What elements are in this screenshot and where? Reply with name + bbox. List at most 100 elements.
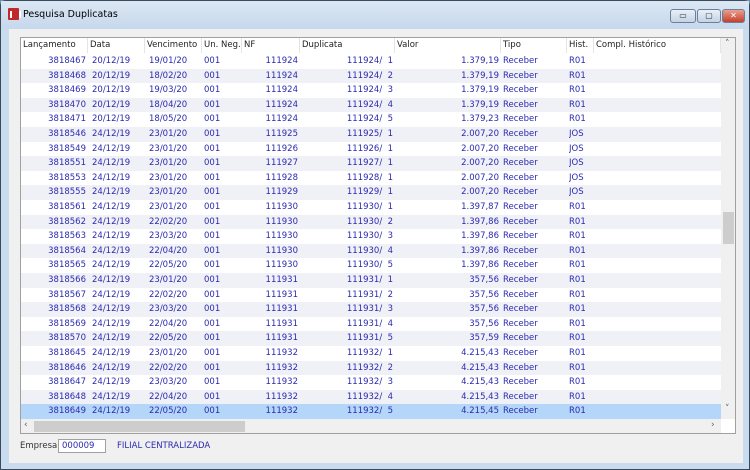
cell-vencimento: 23/01/20 bbox=[149, 275, 188, 285]
cell-duplicata: 111928/ 1 bbox=[346, 172, 393, 183]
cell-un-neg: 001 bbox=[204, 289, 221, 300]
cell-data: 24/12/19 bbox=[92, 333, 131, 344]
title-bar[interactable]: Pesquisa Duplicatas ▭ ▢ ✕ bbox=[1, 1, 749, 29]
scroll-left-icon[interactable]: ‹ bbox=[24, 420, 28, 430]
column-header-tipo[interactable]: Tipo bbox=[501, 38, 567, 53]
cell-hist: R01 bbox=[569, 202, 586, 212]
cell-nf: 111932 bbox=[265, 348, 298, 358]
cell-hist: JOS bbox=[569, 158, 584, 169]
cell-nf: 111930 bbox=[265, 245, 298, 256]
cell-tipo: Receber bbox=[503, 172, 538, 183]
vertical-scrollbar[interactable]: ˄ ˅ bbox=[721, 38, 735, 419]
cell-un-neg: 001 bbox=[204, 245, 221, 256]
table-row[interactable]: 3818570 24/12/19 22/05/20 001 111931 111931/ … bbox=[21, 331, 721, 346]
table-row[interactable]: 3818553 24/12/19 23/01/20 001 111928 111928/ … bbox=[21, 171, 721, 186]
cell-data: 24/12/19 bbox=[92, 362, 131, 373]
scroll-up-icon[interactable]: ˄ bbox=[725, 39, 730, 49]
cell-duplicata: 111931/ 4 bbox=[346, 318, 393, 329]
table-row[interactable]: 3818563 24/12/19 23/03/20 001 111930 111930/ … bbox=[21, 229, 721, 244]
table-row[interactable]: 3818471 20/12/19 18/05/20 001 111924 111924/ … bbox=[21, 112, 721, 127]
cell-hist: R01 bbox=[569, 333, 586, 344]
cell-lancamento: 3818563 bbox=[48, 231, 86, 242]
column-header-un-neg[interactable]: Un. Neg. bbox=[202, 38, 242, 53]
table-row[interactable]: 3818568 24/12/19 23/03/20 001 111931 111931/ … bbox=[21, 302, 721, 317]
cell-tipo: Receber bbox=[503, 129, 538, 139]
empresa-name: FILIAL CENTRALIZADA bbox=[117, 441, 211, 451]
cell-nf: 111929 bbox=[265, 187, 298, 198]
cell-valor: 2.007,20 bbox=[461, 187, 499, 198]
vertical-scroll-thumb[interactable] bbox=[723, 212, 734, 244]
table-row[interactable]: 3818564 24/12/19 22/04/20 001 111930 111930/ … bbox=[21, 243, 721, 259]
cell-data: 24/12/19 bbox=[92, 275, 131, 285]
cell-lancamento: 3818553 bbox=[48, 172, 86, 183]
cell-lancamento: 3818569 bbox=[48, 318, 86, 329]
app-icon bbox=[8, 8, 21, 20]
cell-vencimento: 23/01/20 bbox=[149, 172, 188, 183]
cell-un-neg: 001 bbox=[204, 304, 221, 315]
scroll-down-icon[interactable]: ˅ bbox=[725, 404, 730, 414]
column-header-nf[interactable]: NF bbox=[242, 38, 300, 53]
column-header-data[interactable]: Data bbox=[88, 38, 145, 53]
column-header-valor[interactable]: Valor bbox=[395, 38, 501, 53]
table-row[interactable]: 3818566 24/12/19 23/01/20 001 111931 111931/ … bbox=[21, 273, 721, 288]
cell-un-neg: 001 bbox=[204, 260, 221, 271]
cell-duplicata: 111930/ 3 bbox=[346, 231, 393, 242]
cell-valor: 4.215,43 bbox=[461, 391, 499, 402]
table-row[interactable]: 3818469 20/12/19 19/03/20 001 111924 111924/ … bbox=[21, 83, 721, 98]
cell-tipo: Receber bbox=[503, 245, 538, 256]
table-row[interactable]: 3818561 24/12/19 23/01/20 001 111930 111930/ … bbox=[21, 200, 721, 215]
column-header-duplicata[interactable]: Duplicata bbox=[300, 38, 395, 53]
minimize-button[interactable]: ▭ bbox=[670, 9, 696, 23]
cell-lancamento: 3818645 bbox=[48, 348, 86, 358]
table-row[interactable]: 3818647 24/12/19 23/03/20 001 111932 111932/ … bbox=[21, 375, 721, 390]
cell-un-neg: 001 bbox=[204, 391, 221, 402]
cell-data: 24/12/19 bbox=[92, 172, 131, 183]
duplicatas-grid[interactable]: Lançamento Data Vencimento Un. Neg. NF Duplic… bbox=[20, 37, 736, 434]
table-row[interactable]: 3818562 24/12/19 22/02/20 001 111930 111930/ … bbox=[21, 214, 721, 230]
maximize-button[interactable]: ▢ bbox=[697, 9, 721, 23]
cell-vencimento: 23/01/20 bbox=[149, 143, 188, 154]
cell-un-neg: 001 bbox=[204, 129, 221, 139]
cell-un-neg: 001 bbox=[204, 56, 221, 66]
cell-vencimento: 23/01/20 bbox=[149, 348, 188, 358]
close-button[interactable]: ✕ bbox=[722, 9, 745, 23]
column-header-lancamento[interactable]: Lançamento bbox=[21, 38, 88, 53]
table-row[interactable]: 3818551 24/12/19 23/01/20 001 111927 111927/ … bbox=[21, 156, 721, 171]
cell-hist: R01 bbox=[569, 275, 586, 285]
table-row[interactable]: 3818565 24/12/19 22/05/20 001 111930 111930/ … bbox=[21, 258, 721, 273]
cell-tipo: Receber bbox=[503, 348, 538, 358]
cell-duplicata: 111930/ 1 bbox=[346, 202, 393, 212]
table-row[interactable]: 3818546 24/12/19 23/01/20 001 111925 111925/ … bbox=[21, 127, 721, 142]
cell-hist: R01 bbox=[569, 99, 586, 110]
cell-valor: 2.007,20 bbox=[461, 172, 499, 183]
cell-hist: R01 bbox=[569, 304, 586, 315]
cell-tipo: Receber bbox=[503, 158, 538, 169]
table-row[interactable]: 3818646 24/12/19 22/02/20 001 111932 111932/ … bbox=[21, 360, 721, 376]
cell-nf: 111930 bbox=[265, 260, 298, 271]
column-header-hist[interactable]: Hist. bbox=[567, 38, 594, 53]
cell-valor: 1.379,19 bbox=[461, 70, 499, 81]
horizontal-scrollbar[interactable]: ‹ › bbox=[21, 419, 721, 433]
table-row[interactable]: 3818567 24/12/19 22/02/20 001 111931 111931/ … bbox=[21, 288, 721, 303]
table-row[interactable]: 3818648 24/12/19 22/04/20 001 111932 111932/ … bbox=[21, 389, 721, 405]
table-row[interactable]: 3818549 24/12/19 23/01/20 001 111926 111926/ … bbox=[21, 142, 721, 157]
column-header-vencimento[interactable]: Vencimento bbox=[145, 38, 202, 53]
horizontal-scroll-thumb[interactable] bbox=[34, 421, 245, 432]
table-row[interactable]: 3818468 20/12/19 18/02/20 001 111924 111924/ … bbox=[21, 68, 721, 84]
cell-tipo: Receber bbox=[503, 70, 538, 81]
column-header-compl-historico[interactable]: Compl. Histórico bbox=[594, 38, 721, 53]
table-row[interactable]: 3818569 24/12/19 22/04/20 001 111931 111931/ … bbox=[21, 317, 721, 332]
table-row[interactable]: 3818467 20/12/19 19/01/20 001 111924 111924/ … bbox=[21, 54, 721, 69]
table-row[interactable]: 3818649 24/12/19 22/05/20 001 111932 111932/ … bbox=[21, 404, 721, 419]
cell-lancamento: 3818570 bbox=[48, 333, 86, 344]
cell-data: 24/12/19 bbox=[92, 348, 131, 358]
scroll-right-icon[interactable]: › bbox=[711, 420, 715, 430]
table-row[interactable]: 3818555 24/12/19 23/01/20 001 111929 111929/ … bbox=[21, 185, 721, 200]
table-row[interactable]: 3818470 20/12/19 18/04/20 001 111924 111924/ … bbox=[21, 97, 721, 113]
cell-data: 24/12/19 bbox=[92, 245, 131, 256]
cell-data: 20/12/19 bbox=[92, 99, 131, 110]
empresa-input[interactable] bbox=[58, 439, 106, 453]
cell-nf: 111925 bbox=[265, 129, 298, 139]
table-row[interactable]: 3818645 24/12/19 23/01/20 001 111932 111932/ … bbox=[21, 346, 721, 361]
cell-data: 20/12/19 bbox=[92, 114, 131, 125]
